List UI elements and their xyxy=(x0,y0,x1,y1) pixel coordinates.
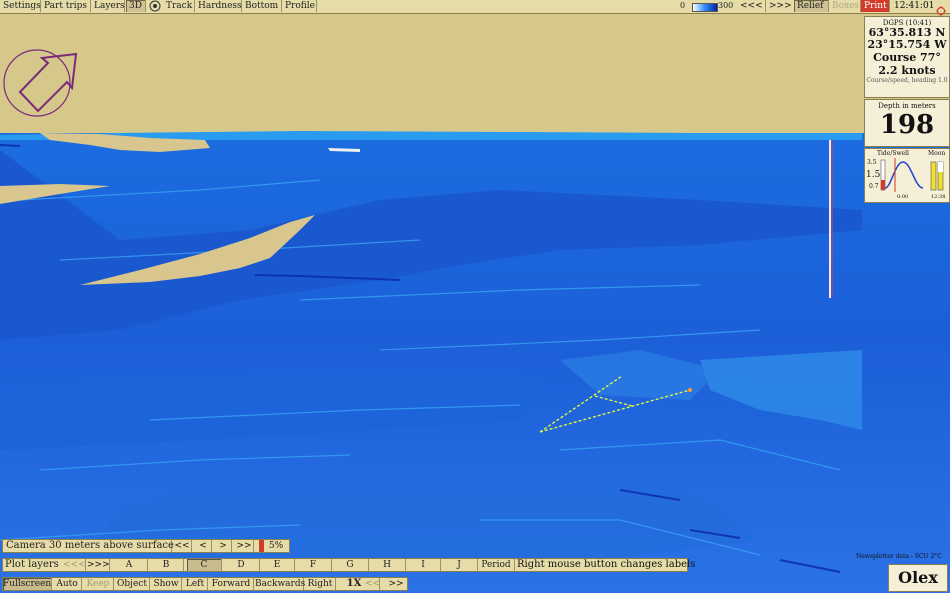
target-icon[interactable] xyxy=(146,0,164,12)
auto-button[interactable]: Auto xyxy=(53,578,82,590)
layer-a-button[interactable]: A xyxy=(111,559,148,571)
show-button[interactable]: Show xyxy=(151,578,182,590)
relief-button[interactable]: Relief xyxy=(794,0,829,12)
print-button[interactable]: Print xyxy=(861,0,890,12)
right-mouse-hint: Right mouse button changes labels xyxy=(517,559,696,570)
tide-curve-chart xyxy=(880,158,944,192)
top-toolbar: Settings Part trips Layers 3D Track Hard… xyxy=(0,0,950,16)
layer-i-button[interactable]: I xyxy=(406,559,441,571)
sky-area xyxy=(0,0,950,133)
keep-button[interactable]: Keep xyxy=(83,578,114,590)
depth-label: Depth in meters xyxy=(878,102,936,110)
next-button[interactable]: >>> xyxy=(766,0,795,12)
layers-prev-button[interactable]: <<< xyxy=(63,559,86,571)
layer-h-button[interactable]: H xyxy=(369,559,406,571)
depth-panel: Depth in meters 198 xyxy=(864,99,950,147)
data-source-note: Newsplotter data - SCU 2°C xyxy=(856,553,942,560)
plot-layers-label: Plot layers xyxy=(5,559,59,570)
profile-button[interactable]: Profile xyxy=(282,0,317,12)
tide-panel: Tide/Swell Moon 3.5 1.5 0.7 0:00 12:38 xyxy=(864,148,950,203)
layers-button[interactable]: Layers xyxy=(91,0,125,12)
tide-label: Tide/Swell xyxy=(877,150,909,157)
tide-time-left: 0:00 xyxy=(897,194,909,200)
layer-b-button[interactable]: B xyxy=(149,559,184,571)
depth-value: 198 xyxy=(879,110,935,140)
right-button[interactable]: Right xyxy=(305,578,336,590)
hardness-button[interactable]: Hardness xyxy=(195,0,242,12)
depth-scale-min: 0 xyxy=(680,1,686,10)
fullscreen-button[interactable]: Fullscreen xyxy=(3,578,52,590)
settings-button[interactable]: Settings xyxy=(0,0,41,12)
layer-d-button[interactable]: D xyxy=(223,559,260,571)
olex-logo: Olex xyxy=(888,564,948,592)
camera-bar: Camera 30 meters above surface << < > >>… xyxy=(2,539,290,553)
position-panel: DGPS (10:41) 63°35.813 N 23°15.754 W Cou… xyxy=(864,16,950,98)
layers-next-button[interactable]: >>> xyxy=(87,559,110,571)
camera-forward-button[interactable]: > xyxy=(215,540,232,552)
track-endpoint[interactable] xyxy=(688,388,692,392)
multiplier-next-button[interactable]: >> xyxy=(387,578,405,590)
forward-button[interactable]: Forward xyxy=(209,578,254,590)
multiplier-prev-button[interactable]: << xyxy=(365,578,380,590)
camera-back-button[interactable]: < xyxy=(195,540,212,552)
object-button[interactable]: Object xyxy=(115,578,150,590)
longitude: 23°15.754 W xyxy=(867,38,947,51)
bottom-button[interactable]: Bottom xyxy=(242,0,282,12)
boxes-button[interactable]: Boxes xyxy=(829,0,861,12)
depth-scale-max: 300 xyxy=(718,1,734,10)
alarm-icon[interactable] xyxy=(936,1,946,16)
3d-button[interactable]: 3D xyxy=(126,0,146,12)
prev-button[interactable]: <<< xyxy=(737,0,766,12)
command-bar: Fullscreen Auto Keep Object Show Left Fo… xyxy=(2,577,408,591)
speed: 2.2 knots xyxy=(878,64,936,77)
tide-tick-bottom: 0.7 xyxy=(869,183,879,190)
camera-fast-forward-button[interactable]: >> xyxy=(235,540,254,552)
plot-layers-bar: Plot layers <<< >>> A B C D E F G H I J … xyxy=(2,558,696,572)
layer-g-button[interactable]: G xyxy=(332,559,369,571)
camera-height-text: Camera 30 meters above surface xyxy=(3,540,174,552)
camera-fast-back-button[interactable]: << xyxy=(173,540,192,552)
layer-e-button[interactable]: E xyxy=(260,559,295,571)
layer-j-button[interactable]: J xyxy=(441,559,478,571)
layer-f-button[interactable]: F xyxy=(295,559,332,571)
seabed-3d-view[interactable] xyxy=(0,0,950,593)
part-trips-button[interactable]: Part trips xyxy=(41,0,91,12)
backwards-button[interactable]: Backwards xyxy=(255,578,305,590)
clock: 12:41:01 xyxy=(894,1,935,11)
tide-time-right: 12:38 xyxy=(931,194,946,200)
depth-color-scale xyxy=(692,3,718,12)
moon-label: Moon xyxy=(928,150,946,157)
course: Course 77° xyxy=(873,51,941,64)
track-button[interactable]: Track xyxy=(163,0,195,12)
tide-tick-top: 3.5 xyxy=(867,159,877,166)
layer-c-button[interactable]: C xyxy=(187,559,222,571)
speed-multiplier: 1X xyxy=(346,578,362,589)
camera-percent: 5% xyxy=(268,541,284,551)
camera-slider-handle[interactable] xyxy=(259,540,264,552)
left-button[interactable]: Left xyxy=(183,578,208,590)
course-subtext: Course/speed, heading 1.0 xyxy=(866,77,948,84)
period-button[interactable]: Period xyxy=(478,559,515,571)
